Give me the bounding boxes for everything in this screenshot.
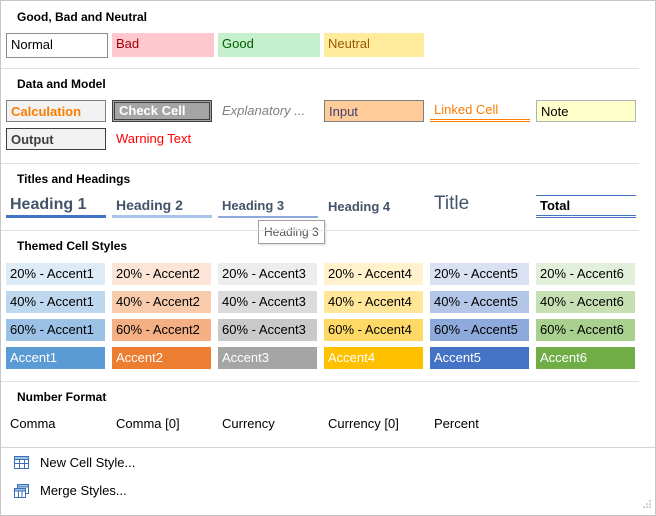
style-heading-4[interactable]: Heading 4 [324, 196, 424, 218]
style-total[interactable]: Total [536, 195, 636, 218]
section-title-data-model: Data and Model [17, 77, 106, 91]
style-neutral[interactable]: Neutral [324, 33, 424, 57]
style-20-accent2[interactable]: 20% - Accent2 [112, 263, 211, 285]
section-divider [1, 381, 639, 382]
style-60-accent5[interactable]: 60% - Accent5 [430, 319, 529, 341]
section-title-titles-headings: Titles and Headings [17, 172, 131, 186]
style-accent3[interactable]: Accent3 [218, 347, 317, 369]
section-divider [1, 163, 639, 164]
style-40-accent5[interactable]: 40% - Accent5 [430, 291, 529, 313]
style-explanatory[interactable]: Explanatory ... [218, 100, 318, 122]
style-note[interactable]: Note [536, 100, 636, 122]
style-accent4[interactable]: Accent4 [324, 347, 423, 369]
style-40-accent1[interactable]: 40% - Accent1 [6, 291, 105, 313]
cell-styles-gallery: Good, Bad and Neutral Normal Bad Good Ne… [0, 0, 656, 516]
style-heading-3[interactable]: Heading 3 [218, 196, 318, 218]
resize-grip-icon[interactable] [643, 496, 651, 511]
style-20-accent1[interactable]: 20% - Accent1 [6, 263, 105, 285]
section-title-number-format: Number Format [17, 390, 107, 404]
style-20-accent4[interactable]: 20% - Accent4 [324, 263, 423, 285]
style-linked-cell[interactable]: Linked Cell [430, 100, 530, 122]
style-accent2[interactable]: Accent2 [112, 347, 211, 369]
new-cell-style-label: New Cell Style... [40, 455, 136, 470]
style-accent5[interactable]: Accent5 [430, 347, 529, 369]
style-60-accent1[interactable]: 60% - Accent1 [6, 319, 105, 341]
style-heading-2[interactable]: Heading 2 [112, 195, 212, 218]
style-60-accent4[interactable]: 60% - Accent4 [324, 319, 423, 341]
section-divider [1, 230, 639, 231]
style-40-accent4[interactable]: 40% - Accent4 [324, 291, 423, 313]
section-divider [1, 68, 639, 69]
style-20-accent3[interactable]: 20% - Accent3 [218, 263, 317, 285]
merge-styles-label: Merge Styles... [40, 483, 127, 498]
style-40-accent3[interactable]: 40% - Accent3 [218, 291, 317, 313]
new-cell-style-icon [13, 455, 30, 471]
merge-styles-command[interactable]: Merge Styles... [13, 481, 213, 501]
style-input[interactable]: Input [324, 100, 424, 122]
style-currency-0[interactable]: Currency [0] [324, 413, 423, 435]
style-comma-0[interactable]: Comma [0] [112, 413, 211, 435]
style-20-accent5[interactable]: 20% - Accent5 [430, 263, 529, 285]
style-good[interactable]: Good [218, 33, 320, 57]
style-currency[interactable]: Currency [218, 413, 317, 435]
style-60-accent6[interactable]: 60% - Accent6 [536, 319, 635, 341]
style-60-accent2[interactable]: 60% - Accent2 [112, 319, 211, 341]
style-bad[interactable]: Bad [112, 33, 214, 57]
style-accent6[interactable]: Accent6 [536, 347, 635, 369]
style-comma[interactable]: Comma [6, 413, 105, 435]
new-cell-style-command[interactable]: New Cell Style... [13, 453, 213, 473]
style-20-accent6[interactable]: 20% - Accent6 [536, 263, 635, 285]
style-warning-text[interactable]: Warning Text [112, 128, 212, 150]
tooltip: Heading 3 [258, 220, 325, 244]
style-heading-1[interactable]: Heading 1 [6, 194, 106, 218]
merge-styles-icon [13, 483, 30, 499]
style-calculation[interactable]: Calculation [6, 100, 106, 122]
menu-divider [1, 447, 655, 448]
style-normal[interactable]: Normal [6, 33, 108, 58]
style-title[interactable]: Title [430, 190, 530, 218]
style-percent[interactable]: Percent [430, 413, 529, 435]
section-title-good-bad-neutral: Good, Bad and Neutral [17, 10, 148, 24]
section-title-themed-cell-styles: Themed Cell Styles [17, 239, 128, 253]
style-40-accent6[interactable]: 40% - Accent6 [536, 291, 635, 313]
style-output[interactable]: Output [6, 128, 106, 150]
style-40-accent2[interactable]: 40% - Accent2 [112, 291, 211, 313]
style-60-accent3[interactable]: 60% - Accent3 [218, 319, 317, 341]
style-accent1[interactable]: Accent1 [6, 347, 105, 369]
style-check-cell[interactable]: Check Cell [112, 100, 212, 122]
